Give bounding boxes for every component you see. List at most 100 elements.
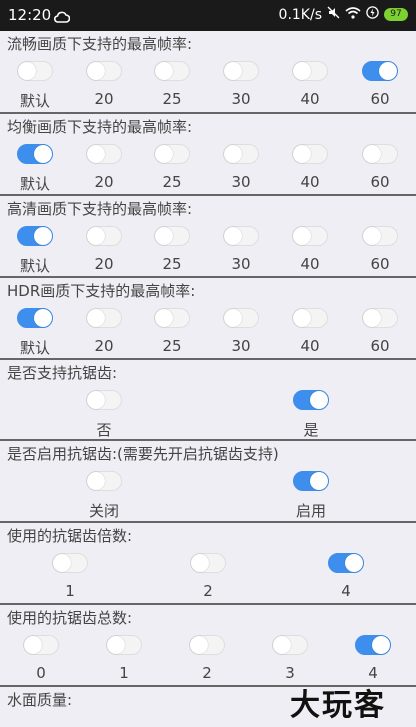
toggle-switch[interactable]: [86, 226, 122, 246]
cloud-icon: [53, 8, 71, 27]
toggle-switch[interactable]: [189, 635, 225, 655]
toggle-switch[interactable]: [362, 308, 398, 328]
section-title: 高清画质下支持的最高帧率:: [7, 200, 193, 218]
toggle-knob: [87, 227, 105, 245]
status-bar: 12:20 0.1K/s 97: [0, 0, 416, 31]
toggle-knob: [107, 636, 125, 654]
toggle-switch[interactable]: [106, 635, 142, 655]
option-label: 是: [303, 421, 319, 439]
option-label: 25: [162, 173, 182, 191]
toggle-switch[interactable]: [17, 226, 53, 246]
option-label: 60: [370, 90, 390, 108]
toggle-switch[interactable]: [52, 553, 88, 573]
toggle-switch[interactable]: [17, 61, 53, 81]
toggle-switch[interactable]: [292, 61, 328, 81]
toggle-knob: [34, 145, 52, 163]
option-label: 60: [370, 173, 390, 191]
toggle-switch[interactable]: [190, 553, 226, 573]
option-label: 30: [231, 173, 251, 191]
toggle-knob: [18, 62, 36, 80]
setting-section: 高清画质下支持的最高帧率: 默认 20 25 30 40 60: [0, 196, 416, 278]
toggle-switch[interactable]: [223, 144, 259, 164]
toggle-switch[interactable]: [293, 471, 329, 491]
toggle-knob: [224, 227, 242, 245]
option-label: 20: [94, 90, 114, 108]
option-label: 启用: [295, 502, 326, 520]
toggle-knob: [310, 391, 328, 409]
toggle-switch[interactable]: [23, 635, 59, 655]
toggle-knob: [87, 309, 105, 327]
toggle-switch[interactable]: [154, 226, 190, 246]
option-label: 40: [300, 173, 320, 191]
section-title: 流畅画质下支持的最高帧率:: [7, 35, 193, 53]
setting-section: 是否支持抗锯齿: 否 是: [0, 360, 416, 441]
toggle-switch[interactable]: [223, 308, 259, 328]
toggle-switch[interactable]: [362, 226, 398, 246]
option-label: 60: [370, 337, 390, 355]
toggle-switch[interactable]: [362, 144, 398, 164]
toggle-knob: [224, 62, 242, 80]
toggle-knob: [87, 472, 105, 490]
setting-section: HDR画质下支持的最高帧率: 默认 20 25 30 40 60: [0, 278, 416, 360]
option-label: 30: [231, 337, 251, 355]
option-label: 1: [65, 582, 75, 600]
toggle-switch[interactable]: [223, 61, 259, 81]
section-title: 是否启用抗锯齿:(需要先开启抗锯齿支持): [7, 445, 279, 463]
toggle-knob: [224, 309, 242, 327]
toggle-knob: [155, 227, 173, 245]
section-title: 使用的抗锯齿总数:: [7, 609, 133, 627]
option-label: 40: [300, 255, 320, 273]
option-label: 60: [370, 255, 390, 273]
setting-section: 流畅画质下支持的最高帧率: 默认 20 25 30 40 60: [0, 31, 416, 114]
option-label: 默认: [19, 339, 50, 357]
section-title: 均衡画质下支持的最高帧率:: [7, 118, 193, 136]
option-label: 20: [94, 255, 114, 273]
toggle-knob: [191, 554, 209, 572]
toggle-knob: [372, 636, 390, 654]
toggle-switch[interactable]: [86, 61, 122, 81]
toggle-knob: [87, 145, 105, 163]
toggle-knob: [293, 145, 311, 163]
toggle-switch[interactable]: [17, 308, 53, 328]
section-title: 使用的抗锯齿倍数:: [7, 527, 133, 545]
toggle-switch[interactable]: [355, 635, 391, 655]
wifi-icon: [345, 6, 361, 23]
setting-section: 均衡画质下支持的最高帧率: 默认 20 25 30 40 60: [0, 114, 416, 196]
toggle-knob: [34, 227, 52, 245]
toggle-knob: [363, 309, 381, 327]
toggle-switch[interactable]: [86, 471, 122, 491]
toggle-switch[interactable]: [154, 308, 190, 328]
option-label: 20: [94, 337, 114, 355]
battery-icon: 97: [384, 8, 408, 21]
mute-icon: [327, 6, 340, 23]
toggle-switch[interactable]: [17, 144, 53, 164]
toggle-switch[interactable]: [223, 226, 259, 246]
toggle-switch[interactable]: [86, 308, 122, 328]
toggle-switch[interactable]: [293, 390, 329, 410]
toggle-knob: [310, 472, 328, 490]
toggle-knob: [224, 145, 242, 163]
toggle-knob: [87, 62, 105, 80]
charging-icon: [366, 6, 379, 23]
toggle-switch[interactable]: [154, 144, 190, 164]
toggle-knob: [24, 636, 42, 654]
toggle-switch[interactable]: [86, 144, 122, 164]
toggle-switch[interactable]: [86, 390, 122, 410]
toggle-knob: [87, 391, 105, 409]
option-label: 20: [94, 173, 114, 191]
toggle-switch[interactable]: [292, 308, 328, 328]
toggle-knob: [273, 636, 291, 654]
toggle-knob: [345, 554, 363, 572]
toggle-switch[interactable]: [292, 226, 328, 246]
option-label: 2: [203, 582, 213, 600]
setting-section: 使用的抗锯齿总数: 0 1 2 3 4: [0, 605, 416, 687]
option-label: 4: [341, 582, 351, 600]
toggle-switch[interactable]: [154, 61, 190, 81]
option-label: 25: [162, 90, 182, 108]
option-label: 30: [231, 255, 251, 273]
toggle-knob: [155, 309, 173, 327]
toggle-switch[interactable]: [328, 553, 364, 573]
toggle-switch[interactable]: [272, 635, 308, 655]
toggle-switch[interactable]: [362, 61, 398, 81]
toggle-switch[interactable]: [292, 144, 328, 164]
